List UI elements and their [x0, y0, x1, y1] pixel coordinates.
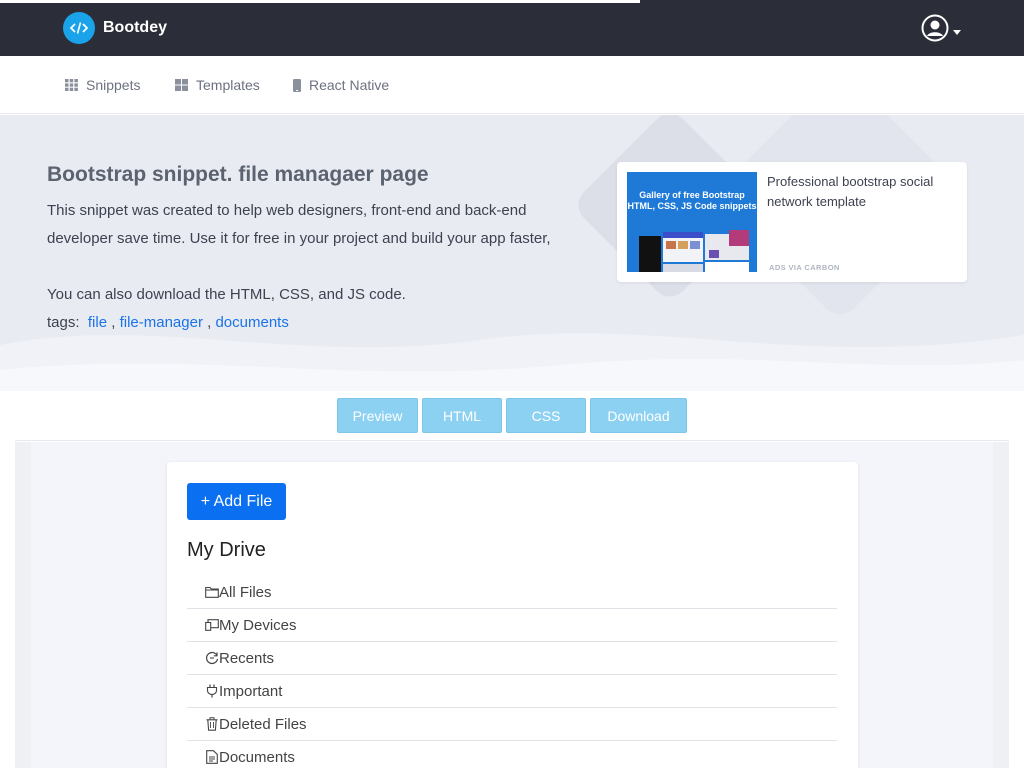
nav-react-native-label: React Native [309, 77, 390, 93]
tag-file-link[interactable]: file [88, 314, 107, 331]
plug-icon [204, 684, 219, 699]
nav-react-native[interactable]: React Native [293, 77, 389, 93]
devices-icon [204, 618, 219, 633]
layout-icon [175, 79, 188, 91]
folder-icon [204, 585, 219, 600]
tag-file-manager-link[interactable]: file-manager [120, 314, 203, 331]
nav-templates[interactable]: Templates [175, 77, 260, 93]
top-navbar: Bootdey [0, 0, 1024, 56]
tags-label: tags: [47, 314, 80, 331]
file-nav-important[interactable]: Important [187, 675, 837, 708]
ad-image-text: Gallery of free Bootstrap HTML, CSS, JS … [627, 190, 757, 211]
code-logo-icon [63, 12, 95, 44]
file-nav-my-devices[interactable]: My Devices [187, 609, 837, 642]
file-manager-card: + Add File My Drive All Files My Devices… [167, 462, 858, 768]
brand-link[interactable]: Bootdey [63, 12, 167, 44]
tab-download[interactable]: Download [590, 398, 687, 433]
tab-preview[interactable]: Preview [337, 398, 418, 433]
carbon-ad: Gallery of free Bootstrap HTML, CSS, JS … [617, 162, 967, 282]
user-menu-toggle[interactable] [921, 14, 961, 47]
tag-separator: , [207, 314, 212, 331]
tab-css[interactable]: CSS [506, 398, 586, 433]
file-nav-recents[interactable]: Recents [187, 642, 837, 675]
page-load-progress [0, 0, 640, 3]
user-avatar-icon [921, 14, 949, 47]
file-nav-label: My Devices [219, 616, 297, 634]
file-nav-label: Documents [219, 748, 295, 766]
nav-templates-label: Templates [196, 77, 260, 93]
file-nav-list: All Files My Devices Recents Important D… [187, 576, 837, 768]
ad-image[interactable]: Gallery of free Bootstrap HTML, CSS, JS … [627, 172, 757, 272]
file-nav-label: All Files [219, 583, 272, 601]
file-nav-label: Important [219, 682, 283, 700]
nav-snippets-label: Snippets [86, 77, 141, 93]
hero-section: Bootstrap snippet. file managaer page Th… [0, 115, 1024, 391]
tab-html[interactable]: HTML [422, 398, 502, 433]
sub-navbar: Snippets Templates React Native [0, 56, 1024, 114]
code-tabs-bar: Preview HTML CSS Download [15, 391, 1009, 441]
nav-snippets[interactable]: Snippets [65, 77, 140, 93]
tag-documents-link[interactable]: documents [215, 314, 288, 331]
hero-download-note: You can also download the HTML, CSS, and… [47, 286, 406, 303]
trash-icon [204, 717, 219, 732]
ad-text-link[interactable]: Professional bootstrap social network te… [767, 172, 957, 212]
ad-screenshots-image [639, 230, 749, 272]
page-title: Bootstrap snippet. file managaer page [47, 163, 429, 186]
file-nav-all-files[interactable]: All Files [187, 576, 837, 609]
recent-icon [204, 651, 219, 666]
file-nav-documents[interactable]: Documents [187, 741, 837, 768]
file-nav-deleted-files[interactable]: Deleted Files [187, 708, 837, 741]
brand-name: Bootdey [103, 19, 167, 36]
hero-description: This snippet was created to help web des… [47, 202, 551, 247]
add-file-button[interactable]: + Add File [187, 483, 286, 520]
chevron-down-icon [953, 30, 961, 35]
tags-row: tags: file , file-manager , documents [47, 309, 289, 337]
document-icon [204, 750, 219, 765]
file-nav-label: Deleted Files [219, 715, 307, 733]
my-drive-title: My Drive [187, 539, 266, 561]
phone-icon [293, 78, 301, 92]
tag-separator: , [111, 314, 116, 331]
ads-via-carbon[interactable]: ADS VIA CARBON [769, 263, 840, 272]
grid-icon [65, 79, 78, 91]
file-nav-label: Recents [219, 649, 275, 667]
